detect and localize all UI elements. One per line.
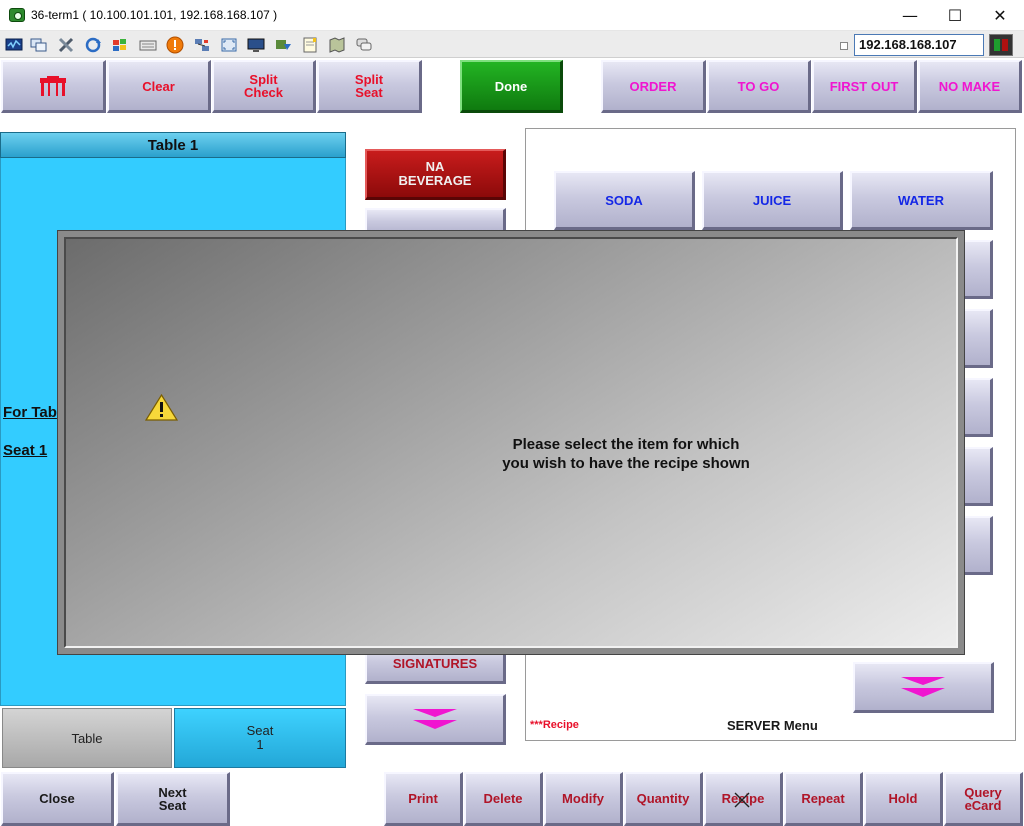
pos-screen: Clear Split Check Split Seat Done ORDER … (0, 58, 1024, 826)
query-ecard-label-1: Query (964, 784, 1002, 800)
order-label: ORDER (629, 78, 677, 94)
hold-button[interactable]: Hold (864, 772, 943, 826)
na-beverage-label-1: NA (425, 159, 445, 174)
transfer-icon[interactable] (273, 35, 293, 54)
connection-status-button[interactable] (989, 34, 1013, 56)
split-seat-label-2: Seat (355, 85, 383, 100)
recipe-button[interactable]: Recipe (704, 772, 783, 826)
monitor-icon[interactable] (4, 35, 24, 54)
item-soda-label: SODA (605, 192, 643, 208)
menu-title: SERVER Menu (727, 718, 818, 733)
app-icon (9, 8, 25, 22)
no-make-button[interactable]: NO MAKE (918, 60, 1022, 113)
recipe-note: ***Recipe (530, 719, 579, 731)
double-chevron-down-icon (901, 677, 945, 697)
first-out-label: FIRST OUT (829, 78, 899, 94)
screen-icon[interactable] (246, 35, 266, 54)
table-tab-label: Table (71, 730, 103, 746)
order-line-seat[interactable]: Seat 1 (3, 442, 47, 459)
fullscreen-icon[interactable] (219, 35, 239, 54)
modify-button[interactable]: Modify (544, 772, 623, 826)
chat-icon[interactable] (354, 35, 374, 54)
close-label: Close (39, 791, 75, 806)
seat-tab-number: 1 (256, 737, 264, 752)
hold-label: Hold (888, 791, 918, 806)
done-button[interactable]: Done (460, 60, 563, 113)
item-juice-label: JUICE (752, 192, 792, 208)
window-title: 36-term1 ( 10.100.101.101, 192.168.168.1… (31, 8, 278, 22)
network-icon[interactable] (192, 35, 212, 54)
signatures-label: SIGNATURES (392, 656, 478, 671)
delete-button[interactable]: Delete (464, 772, 543, 826)
cursor-x-icon (734, 792, 750, 808)
no-make-label: NO MAKE (938, 78, 1001, 94)
next-seat-label-1: Next (158, 784, 187, 800)
double-chevron-down-icon (413, 709, 457, 729)
next-seat-label-2: Seat (158, 797, 187, 813)
query-ecard-label-2: eCard (964, 797, 1002, 813)
seat-tab-label: Seat (246, 723, 274, 738)
to-go-label: TO GO (737, 78, 780, 94)
category-scroll-down-button[interactable] (365, 694, 506, 745)
refresh-icon[interactable] (83, 35, 103, 54)
item-water[interactable]: WATER (850, 171, 993, 230)
map-icon[interactable] (327, 35, 347, 54)
repeat-button[interactable]: Repeat (784, 772, 863, 826)
items-scroll-down-button[interactable] (853, 662, 994, 713)
palette-icon[interactable] (110, 35, 130, 54)
quantity-label: Quantity (636, 791, 690, 806)
split-check-button[interactable]: Split Check (212, 60, 316, 113)
dialog-message-line-2: you wish to have the recipe shown (502, 455, 750, 472)
order-button[interactable]: ORDER (601, 60, 706, 113)
split-seat-button[interactable]: Split Seat (317, 60, 422, 113)
keyboard-icon[interactable] (138, 35, 158, 54)
item-juice[interactable]: JUICE (702, 171, 843, 230)
tools-icon[interactable] (56, 35, 76, 54)
recipe-prompt-dialog[interactable]: Please select the item for which you wis… (57, 230, 965, 655)
clear-button[interactable]: Clear (107, 60, 211, 113)
notepad-icon[interactable] (300, 35, 320, 54)
alert-icon[interactable] (165, 35, 185, 54)
split-check-label-2: Check (243, 85, 284, 100)
warning-icon (145, 394, 178, 421)
quantity-button[interactable]: Quantity (624, 772, 703, 826)
next-seat-button[interactable]: Next Seat (116, 772, 230, 826)
done-label: Done (494, 78, 528, 94)
query-ecard-button[interactable]: Query eCard (944, 772, 1023, 826)
delete-label: Delete (483, 791, 523, 806)
ip-address-field[interactable]: 192.168.168.107 (854, 34, 984, 56)
repeat-label: Repeat (801, 791, 845, 806)
close-window-button[interactable]: ✕ (977, 0, 1023, 31)
first-out-button[interactable]: FIRST OUT (812, 60, 917, 113)
na-beverage-label-2: BEVERAGE (398, 173, 472, 188)
order-line-for-table[interactable]: For Tab (3, 404, 57, 421)
clear-label: Clear (142, 78, 175, 94)
title-bar: 36-term1 ( 10.100.101.101, 192.168.168.1… (0, 0, 1024, 31)
item-water-label: WATER (898, 192, 944, 208)
modify-label: Modify (562, 791, 604, 806)
dialog-message-line-1: Please select the item for which (512, 436, 740, 453)
table-view-button[interactable] (1, 60, 106, 113)
windows-icon[interactable] (29, 35, 49, 54)
table-icon (40, 76, 66, 96)
seat-tab-button[interactable]: Seat 1 (174, 708, 346, 768)
close-button[interactable]: Close (1, 772, 114, 826)
print-button[interactable]: Print (384, 772, 463, 826)
print-label: Print (408, 791, 438, 806)
table-tab-button[interactable]: Table (2, 708, 172, 768)
dialog-body: Please select the item for which you wis… (64, 237, 958, 648)
minimize-button[interactable]: — (887, 0, 933, 31)
order-panel-header: Table 1 (0, 132, 346, 158)
item-soda[interactable]: SODA (554, 171, 695, 230)
to-go-button[interactable]: TO GO (707, 60, 811, 113)
ip-checkbox[interactable] (840, 42, 848, 50)
maximize-button[interactable]: ☐ (932, 0, 978, 31)
dialog-message: Please select the item for which you wis… (386, 435, 866, 473)
category-na-beverage[interactable]: NA BEVERAGE (365, 149, 506, 200)
